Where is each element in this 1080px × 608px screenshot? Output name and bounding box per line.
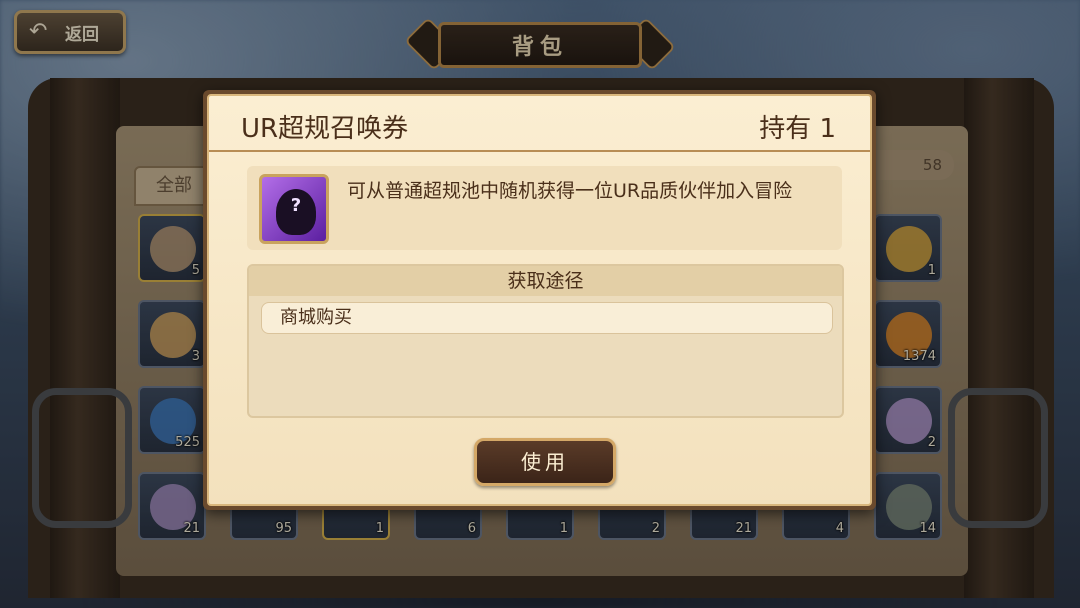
hold-count: 持有 1 bbox=[759, 114, 836, 144]
dialog-body: UR超规召唤券 持有 1 ? 可从普通超规池中随机获得一位UR品质伙伴加入冒险 … bbox=[207, 94, 872, 506]
acquire-source-heading: 获取途径 bbox=[249, 266, 842, 296]
item-name: UR超规召唤券 bbox=[241, 114, 409, 144]
use-button[interactable]: 使用 bbox=[474, 438, 616, 486]
acquire-source-box: 获取途径 商城购买 bbox=[247, 264, 844, 418]
dialog-header: UR超规召唤券 持有 1 bbox=[209, 96, 870, 152]
item-description: 可从普通超规池中随机获得一位UR品质伙伴加入冒险 bbox=[347, 180, 793, 202]
question-mark-icon: ? bbox=[290, 195, 302, 216]
item-detail-dialog: UR超规召唤券 持有 1 ? 可从普通超规池中随机获得一位UR品质伙伴加入冒险 … bbox=[203, 90, 876, 510]
source-shop-purchase[interactable]: 商城购买 bbox=[261, 302, 833, 334]
summon-ticket-icon: ? bbox=[259, 174, 329, 244]
description-box: ? 可从普通超规池中随机获得一位UR品质伙伴加入冒险 bbox=[247, 166, 842, 250]
